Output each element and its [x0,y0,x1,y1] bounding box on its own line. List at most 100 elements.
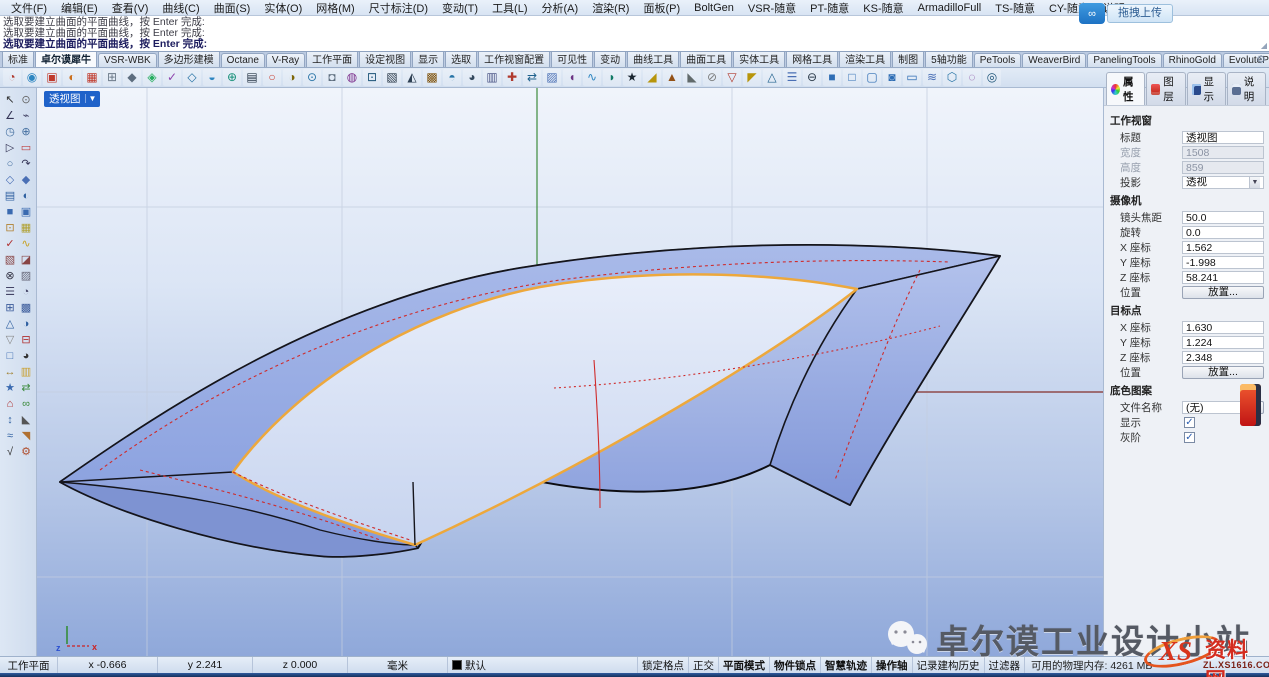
toolbar-icon[interactable]: ◖ [563,69,581,86]
viewport-title-tab[interactable]: 透视图 ▼ [44,91,100,107]
place-button[interactable]: 放置... [1182,286,1264,299]
resize-grip-icon[interactable]: ◢ [1261,41,1267,50]
toolbar-icon[interactable]: ⊕ [223,69,241,86]
sidebar-tool-icon[interactable]: ▽ [2,332,18,348]
sidebar-tool-icon[interactable]: ⊕ [18,124,34,140]
toolbar-icon[interactable]: ✓ [163,69,181,86]
menu-item[interactable]: TS-随意 [988,0,1042,16]
upload-button[interactable]: 拖拽上传 [1107,4,1173,23]
toolbar-icon[interactable]: ◤ [743,69,761,86]
sidebar-tool-icon[interactable]: ⊟ [18,332,34,348]
menu-item[interactable]: 变动(T) [435,0,485,16]
menu-item[interactable]: 网格(M) [309,0,362,16]
sidebar-tool-icon[interactable]: ▩ [18,300,34,316]
toolbar-tab[interactable]: 工作平面 [306,52,358,67]
menu-item[interactable]: 查看(V) [105,0,156,16]
menu-item[interactable]: BoltGen [687,2,741,14]
sidebar-tool-icon[interactable]: ◇ [2,172,18,188]
toolbar-tab[interactable]: 选取 [445,52,477,67]
toolbar-tab[interactable]: RhinoGold [1163,53,1222,67]
prop-value-field[interactable]: 1.224 [1182,336,1264,349]
sidebar-tool-icon[interactable]: ⊡ [2,220,18,236]
toolbar-tab[interactable]: 曲面工具 [680,52,732,67]
status-toggle[interactable]: 正交 [689,657,719,673]
toolbar-icon[interactable]: ◑ [283,69,301,86]
toolbar-icon[interactable]: ◣ [683,69,701,86]
sidebar-tool-icon[interactable]: ✓ [2,236,18,252]
toolbar-icon[interactable]: ◇ [183,69,201,86]
toolbar-icon[interactable]: ★ [623,69,641,86]
sidebar-tool-icon[interactable]: ↔ [2,364,18,380]
sidebar-tool-icon[interactable]: ◑ [18,316,34,332]
toolbar-tab[interactable]: 多边形建模 [158,52,220,67]
toolbar-icon[interactable]: ⊖ [803,69,821,86]
menu-item[interactable]: 编辑(E) [54,0,105,16]
status-cell[interactable]: 工作平面 [0,657,58,673]
menu-item[interactable]: 文件(F) [4,0,54,16]
upload-widget[interactable]: ∞ 拖拽上传 [1079,3,1173,24]
toolbar-icon[interactable]: ▩ [423,69,441,86]
menu-item[interactable]: KS-随意 [856,0,910,16]
viewport-canvas[interactable]: z x [37,88,1103,656]
place-button[interactable]: 放置... [1182,366,1264,379]
sidebar-tool-icon[interactable]: ▥ [18,364,34,380]
toolbar-icon[interactable]: ▥ [483,69,501,86]
sidebar-tool-icon[interactable]: ◥ [18,428,34,444]
toolbar-tab[interactable]: Octane [221,53,265,67]
prop-value-field[interactable]: -1.998 [1182,256,1264,269]
prop-value-field[interactable]: 0.0 [1182,226,1264,239]
chevron-down-icon[interactable]: ▼ [1249,177,1260,188]
toolbar-icon[interactable]: ◎ [983,69,1001,86]
toolbar-icon[interactable]: □ [843,69,861,86]
sidebar-tool-icon[interactable]: ◔ [18,284,34,300]
toolbar-icon[interactable]: ◐ [63,69,81,86]
prop-select[interactable]: 透视▼ [1182,176,1264,189]
status-cell[interactable]: x -0.666 [58,657,158,673]
toolbar-icon[interactable]: ∿ [583,69,601,86]
prop-checkbox[interactable]: ✓ [1184,417,1195,428]
toolbar-tab[interactable]: 曲线工具 [627,52,679,67]
panel-tab-layers[interactable]: 图层 [1146,72,1185,105]
menu-item[interactable]: 尺寸标注(D) [362,0,435,16]
sidebar-tool-icon[interactable]: ≈ [2,428,18,444]
menu-item[interactable]: VSR-随意 [741,0,803,16]
layer-cell[interactable]: 默认 [448,657,638,673]
status-toggle[interactable]: 智慧轨迹 [821,657,872,673]
sidebar-tool-icon[interactable]: ∠ [2,108,18,124]
sidebar-tool-icon[interactable]: ▣ [18,204,34,220]
toolbar-icon[interactable]: ▨ [543,69,561,86]
toolbar-icon[interactable]: ✚ [503,69,521,86]
toolbar-icon[interactable]: ◘ [323,69,341,86]
prop-value-field[interactable]: 2.348 [1182,351,1264,364]
toolbar-icon[interactable]: ⊡ [363,69,381,86]
sidebar-tool-icon[interactable]: ↖ [2,92,18,108]
floating-badge-icon[interactable] [1240,384,1261,426]
sidebar-tool-icon[interactable]: ◣ [18,412,34,428]
prop-value-field[interactable]: 1.562 [1182,241,1264,254]
status-cell[interactable]: 毫米 [348,657,448,673]
status-cell[interactable]: y 2.241 [158,657,253,673]
sidebar-tool-icon[interactable]: ↷ [18,156,34,172]
toolbar-icon[interactable]: ⊞ [103,69,121,86]
sidebar-tool-icon[interactable]: ∿ [18,236,34,252]
panel-tab-display[interactable]: 显示 [1187,72,1226,105]
prop-value-field[interactable]: 58.241 [1182,271,1264,284]
sidebar-tool-icon[interactable]: ⚙ [18,444,34,460]
toolbar-icon[interactable]: ◆ [123,69,141,86]
toolbar-tab[interactable]: 制图 [892,52,924,67]
sidebar-tool-icon[interactable]: ◕ [18,348,34,364]
status-toggle[interactable]: 物件锁点 [770,657,821,673]
sidebar-tool-icon[interactable]: □ [2,348,18,364]
sidebar-tool-icon[interactable]: ⌁ [18,108,34,124]
sidebar-tool-icon[interactable]: ▨ [18,268,34,284]
status-toggle[interactable]: 平面模式 [719,657,770,673]
sidebar-tool-icon[interactable]: ◆ [18,172,34,188]
toolbar-icon[interactable]: ▤ [243,69,261,86]
netdisk-icon[interactable]: ∞ [1079,3,1105,24]
sidebar-tool-icon[interactable]: △ [2,316,18,332]
sidebar-tool-icon[interactable]: ⊞ [2,300,18,316]
prop-value-field[interactable]: 1.630 [1182,321,1264,334]
toolbar-icon[interactable]: ○ [263,69,281,86]
sidebar-tool-icon[interactable]: ◷ [2,124,18,140]
toolbar-icon[interactable]: ▣ [43,69,61,86]
